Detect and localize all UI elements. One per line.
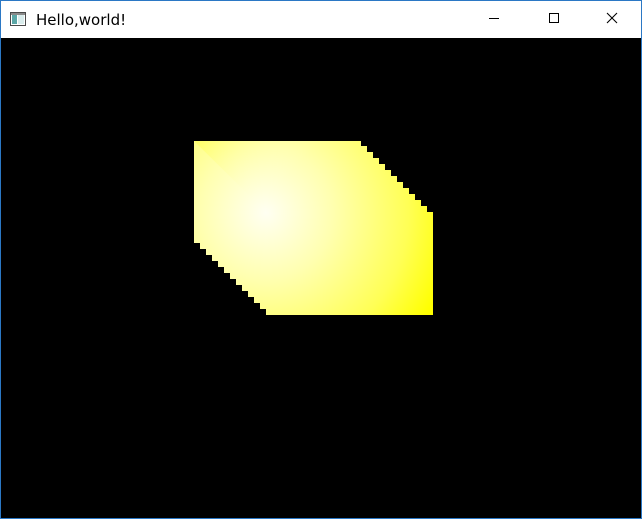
app-window: Hello,world! (0, 0, 642, 519)
app-window-icon[interactable] (10, 12, 26, 26)
scene-svg (194, 141, 433, 315)
window-title: Hello,world! (36, 11, 127, 29)
minimize-icon (488, 11, 500, 29)
maximize-icon (548, 11, 560, 29)
close-icon (606, 11, 618, 29)
maximize-button[interactable] (531, 1, 577, 38)
close-button[interactable] (589, 1, 635, 38)
title-bar[interactable]: Hello,world! (1, 1, 641, 38)
minimize-button[interactable] (471, 1, 517, 38)
render-canvas[interactable] (1, 38, 641, 518)
